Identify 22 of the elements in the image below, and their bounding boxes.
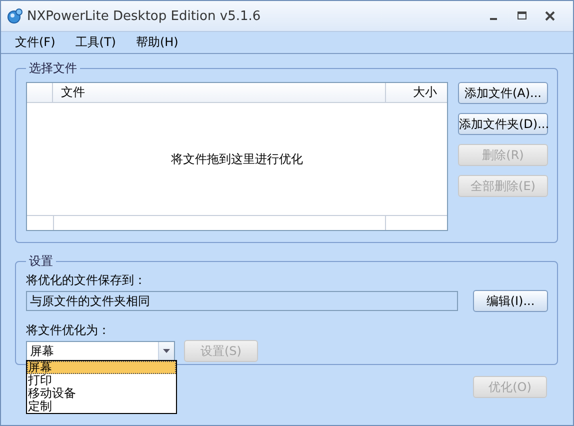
menu-item[interactable]: 工具(T) <box>67 34 124 51</box>
field-label: 将优化的文件保存到： <box>26 272 147 289</box>
dropdown-option[interactable]: 移动设备 <box>27 387 176 400</box>
file-list[interactable]: 文件 大小 将文件拖到这里进行优化 <box>26 82 448 231</box>
group-title: 选择文件 <box>28 60 78 77</box>
group-title: 设置 <box>28 253 54 270</box>
field-label: 将文件优化为： <box>26 322 111 339</box>
logo-icon <box>7 8 23 24</box>
file-button[interactable]: 添加文件(A)... <box>458 82 548 104</box>
maximize-icon[interactable] <box>517 11 527 21</box>
file-button[interactable]: 添加文件夹(D)... <box>458 113 548 135</box>
empty-list-message: 将文件拖到这里进行优化 <box>171 150 303 168</box>
column-header[interactable]: 大小 <box>386 83 447 102</box>
dropdown-option[interactable]: 定制 <box>27 400 176 413</box>
column-header[interactable]: 文件 <box>53 83 386 102</box>
window-title: NXPowerLite Desktop Edition v5.1.6 <box>27 8 262 24</box>
close-icon[interactable] <box>545 11 555 21</box>
save-location-field[interactable]: 与原文件的文件夹相同 <box>26 291 458 311</box>
menu-item[interactable]: 帮助(H) <box>128 34 186 51</box>
edit-button[interactable]: 编辑(I)... <box>473 290 548 312</box>
menu-item[interactable]: 文件(F) <box>7 34 64 51</box>
dropdown-option[interactable]: 打印 <box>27 374 176 387</box>
